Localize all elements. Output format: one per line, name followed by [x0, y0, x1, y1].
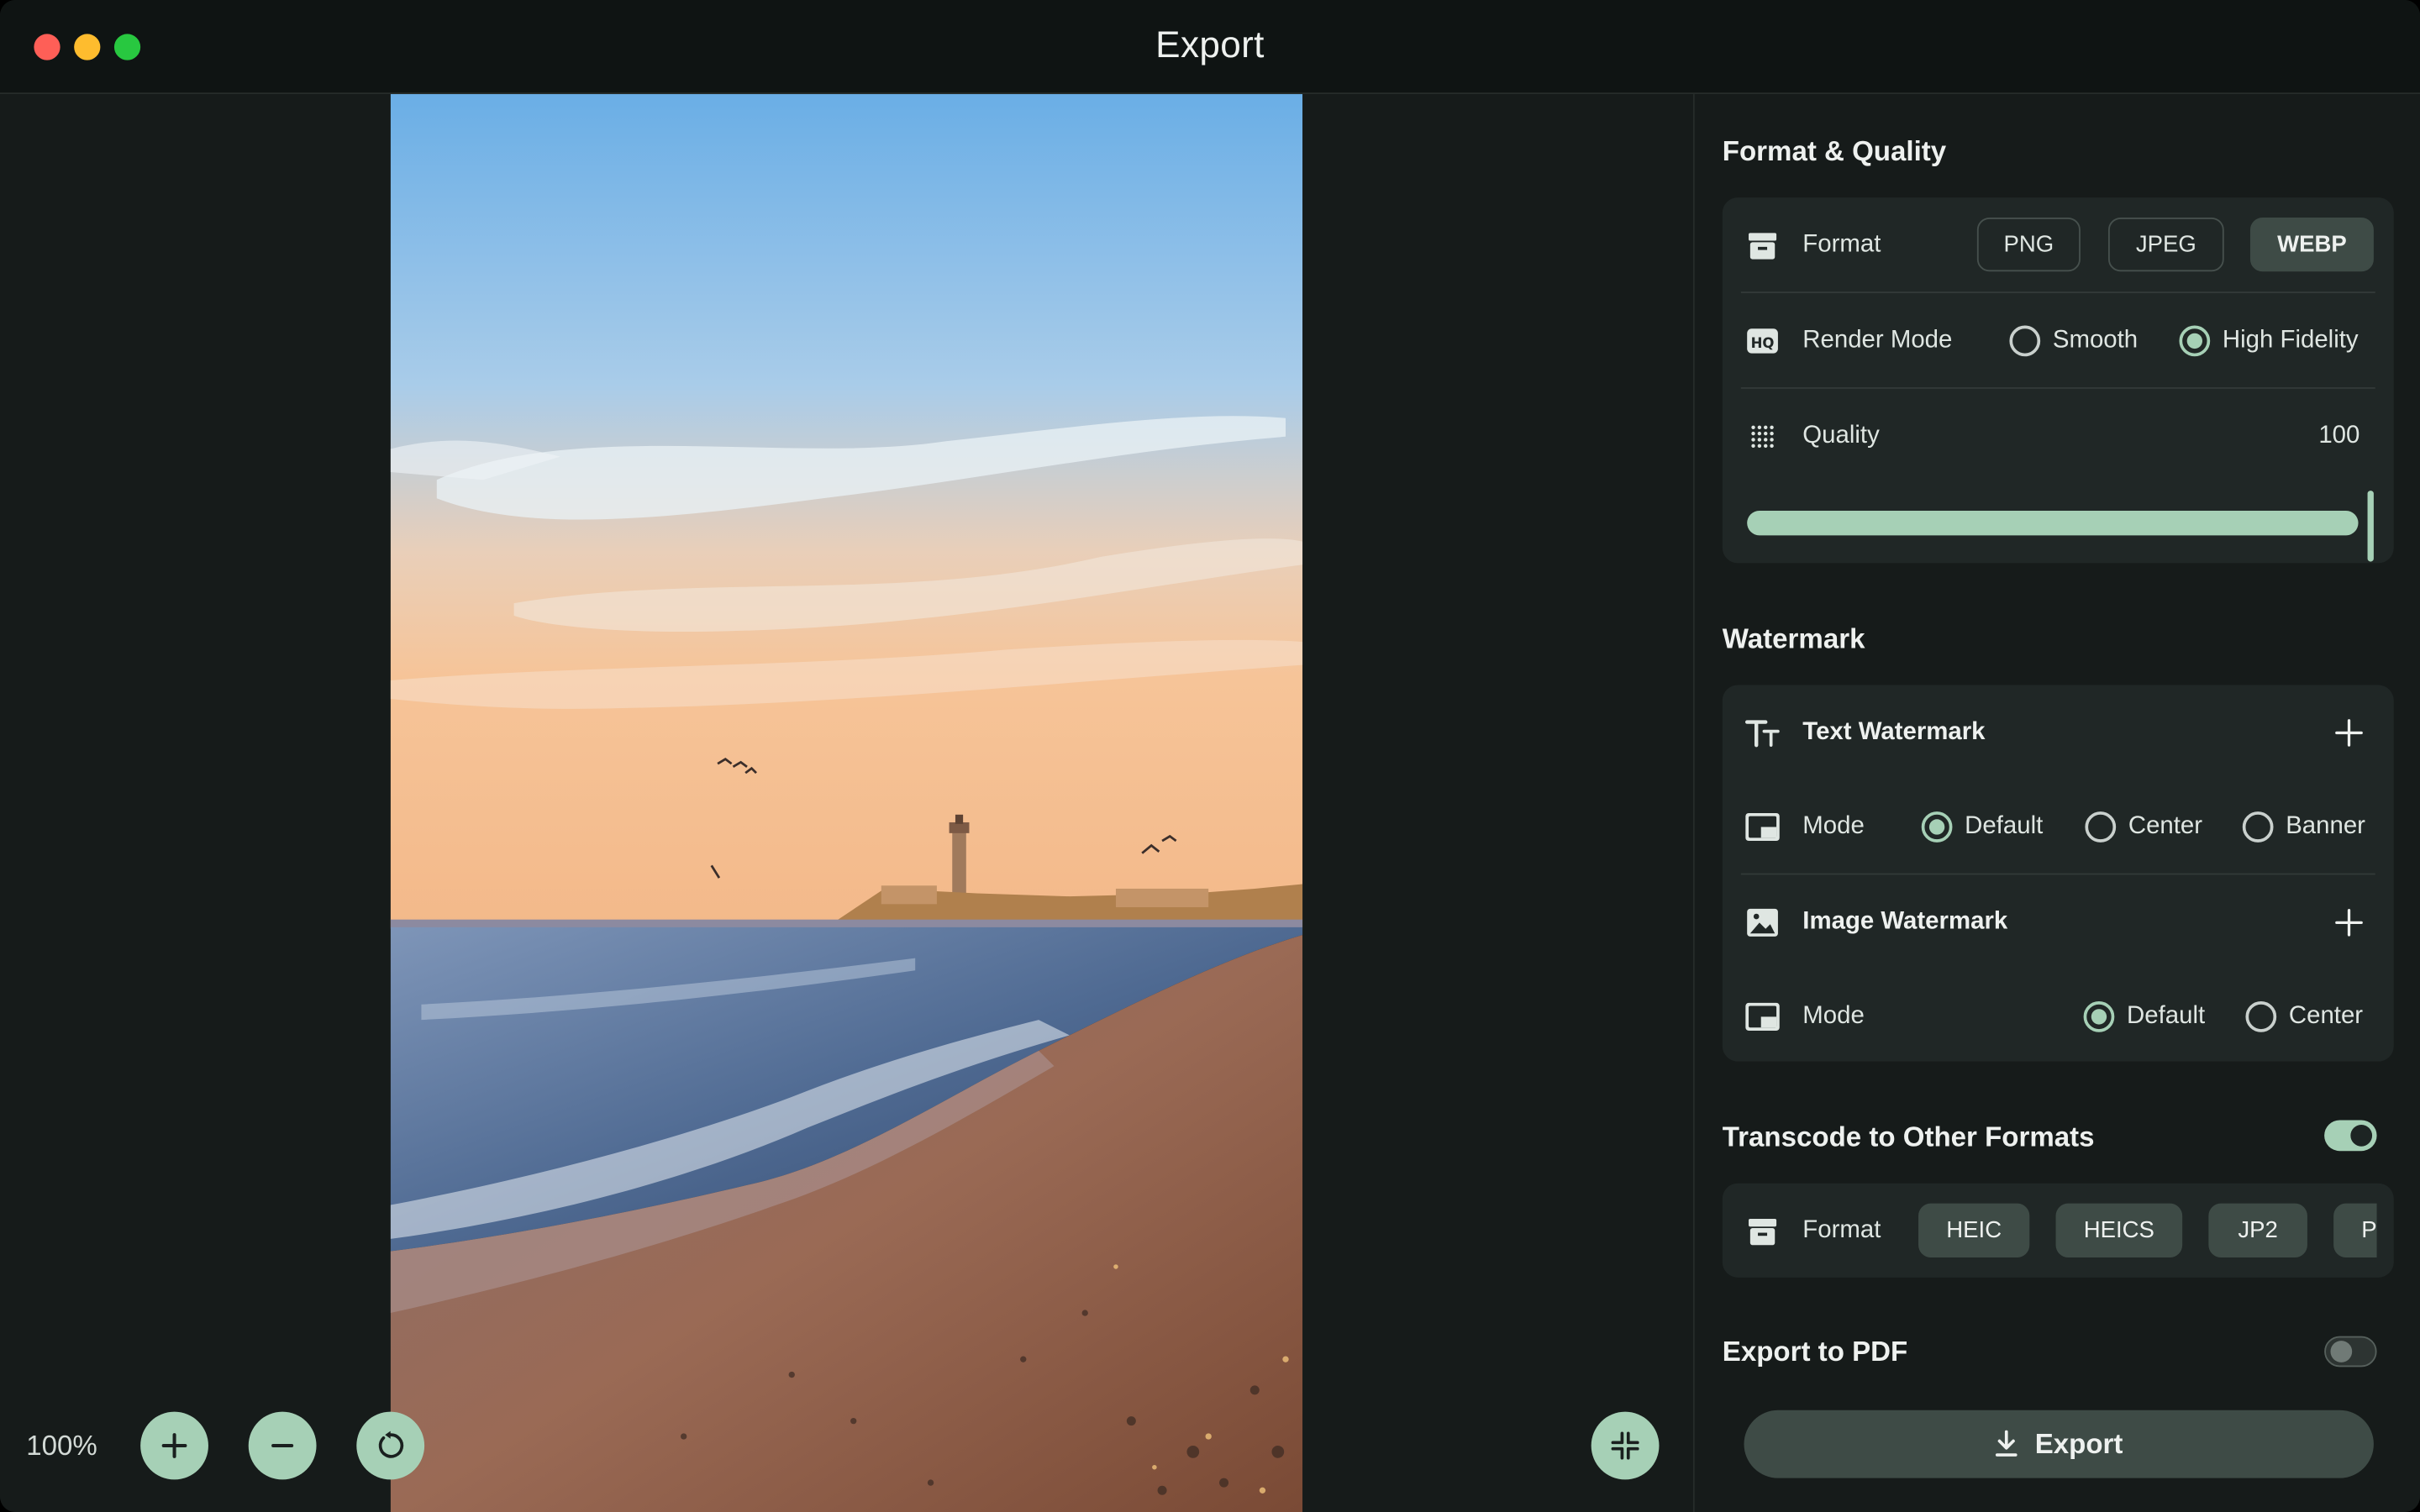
text-watermark-row: Text Watermark [1723, 685, 2394, 781]
rotate-reset-icon [378, 1431, 404, 1458]
radio-label: Center [2288, 1002, 2364, 1030]
transcode-toggle[interactable] [2324, 1120, 2377, 1152]
mode-label: Mode [1802, 812, 1865, 840]
lighthouse-beach-photo [390, 94, 1303, 1512]
radio-label: Banner [2286, 812, 2365, 840]
radio-circle-selected [2083, 1001, 2115, 1032]
zoom-out-button[interactable] [248, 1411, 317, 1480]
archive-box-icon [1744, 1213, 1781, 1250]
export-pdf-title: Export to PDF [1722, 1336, 1908, 1368]
image-icon [1744, 904, 1781, 941]
zoom-in-button[interactable] [140, 1411, 208, 1480]
dot-grid-icon [1744, 418, 1781, 455]
quality-slider-track[interactable] [1747, 510, 2359, 536]
quality-row: Quality 100 [1723, 389, 2394, 485]
export-button-label: Export [2034, 1427, 2123, 1459]
preview-photo [390, 94, 1303, 1512]
format-quality-title: Format & Quality [1722, 135, 1947, 167]
zoom-level: 100% [26, 1430, 97, 1462]
plus-icon [2335, 719, 2363, 747]
transcode-card: Format HEIC HEICS JP2 P [1722, 1183, 2394, 1279]
format-more-chip[interactable]: P [2333, 1203, 2377, 1257]
toggle-knob [2350, 1124, 2373, 1147]
transcode-format-chips: HEIC HEICS JP2 P [1914, 1184, 2377, 1279]
transcode-format-row: Format HEIC HEICS JP2 P [1723, 1184, 2394, 1279]
render-mode-row: HQ Render Mode Smooth High Fidelity [1723, 293, 2394, 389]
render-high-fidelity-radio[interactable]: High Fidelity [2179, 293, 2359, 389]
minus-icon [271, 1444, 294, 1448]
preview-area: 100% [0, 94, 1693, 1512]
text-watermark-mode-row: Mode Default Center Banner [1723, 780, 2394, 875]
archive-box-icon [1744, 227, 1781, 264]
toggle-knob [2330, 1341, 2353, 1362]
quality-label: Quality [1802, 423, 1880, 449]
collapse-arrows-icon [1611, 1431, 1639, 1460]
radio-label: Default [1965, 812, 2044, 840]
plus-icon [161, 1433, 187, 1458]
title-bar: Export [0, 0, 2420, 95]
format-webp-button[interactable]: WEBP [2249, 217, 2374, 272]
radio-circle-selected [2179, 325, 2211, 357]
transcode-format-label: Format [1802, 1217, 1881, 1244]
render-smooth-radio[interactable]: Smooth [2009, 293, 2138, 389]
format-jp2-chip[interactable]: JP2 [2208, 1203, 2307, 1257]
add-image-watermark-button[interactable] [2332, 906, 2365, 939]
text-mode-center-radio[interactable]: Center [2085, 780, 2202, 875]
image-mode-center-radio[interactable]: Center [2245, 969, 2363, 1064]
format-jpeg-button[interactable]: JPEG [2107, 217, 2224, 272]
text-watermark-label: Text Watermark [1802, 718, 1986, 746]
export-window: Export 100% Format & Quality Format PNG … [0, 0, 2420, 1512]
watermark-title: Watermark [1722, 623, 1865, 654]
radio-label: Default [2127, 1002, 2206, 1030]
quality-value: 100 [2318, 423, 2360, 449]
layout-mode-icon [1744, 998, 1781, 1035]
radio-circle-selected [1921, 811, 1953, 843]
format-quality-card: Format PNG JPEG WEBP HQ Render Mode Smoo… [1722, 197, 2394, 564]
radio-label: Smooth [2052, 327, 2139, 354]
transcode-title: Transcode to Other Formats [1722, 1121, 2095, 1153]
plus-icon [2335, 909, 2363, 937]
fit-to-window-button[interactable] [1591, 1411, 1660, 1480]
radio-circle [2085, 811, 2117, 843]
image-watermark-label: Image Watermark [1802, 908, 2008, 936]
format-row: Format PNG JPEG WEBP [1723, 197, 2394, 293]
image-mode-default-radio[interactable]: Default [2083, 969, 2206, 1064]
radio-circle [2242, 811, 2274, 843]
image-watermark-mode-row: Mode Default Center [1723, 969, 2394, 1064]
text-mode-banner-radio[interactable]: Banner [2242, 780, 2365, 875]
format-label: Format [1802, 231, 1881, 258]
radio-circle [2245, 1001, 2277, 1032]
download-icon [1996, 1430, 2018, 1457]
reset-zoom-button[interactable] [356, 1411, 425, 1480]
export-settings-panel: Format & Quality Format PNG JPEG WEBP HQ… [1692, 94, 2420, 1512]
quality-slider-handle[interactable] [2367, 491, 2374, 562]
radio-label: High Fidelity [2222, 327, 2359, 354]
window-title: Export [1155, 24, 1265, 66]
format-png-button[interactable]: PNG [1976, 217, 2081, 272]
format-heics-chip[interactable]: HEICS [2055, 1203, 2183, 1257]
text-mode-default-radio[interactable]: Default [1921, 780, 2044, 875]
radio-circle [2009, 325, 2041, 357]
mode-label: Mode [1802, 1002, 1865, 1030]
export-button[interactable]: Export [1744, 1410, 2374, 1478]
add-text-watermark-button[interactable] [2332, 716, 2365, 749]
text-size-icon [1744, 714, 1781, 751]
render-mode-label: Render Mode [1802, 327, 1953, 354]
layout-mode-icon [1744, 808, 1781, 845]
hq-icon: HQ [1744, 323, 1781, 360]
export-pdf-toggle[interactable] [2324, 1336, 2377, 1368]
image-watermark-row: Image Watermark [1723, 874, 2394, 970]
svg-text:HQ: HQ [1751, 335, 1775, 351]
format-heic-chip[interactable]: HEIC [1918, 1203, 2030, 1257]
radio-label: Center [2128, 812, 2203, 840]
watermark-card: Text Watermark Mode Default Center Banne… [1722, 685, 2394, 1064]
